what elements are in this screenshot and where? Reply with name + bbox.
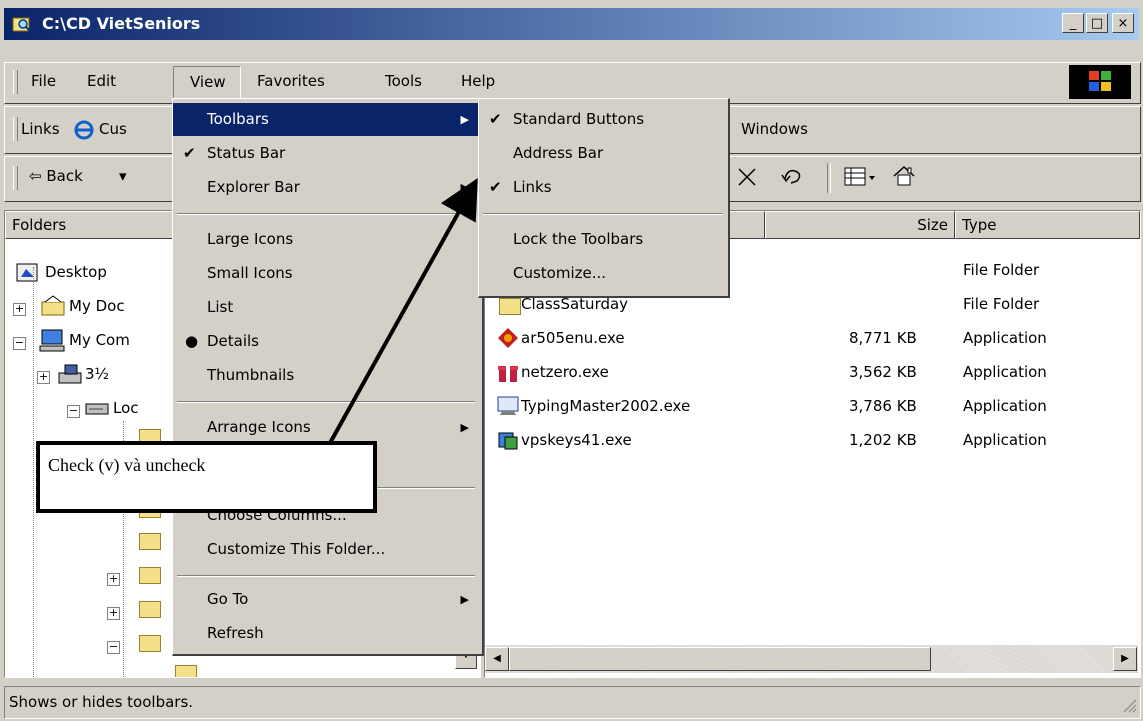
explorer-window: C:\CD VietSeniors _ □ × File Edit View F… <box>0 0 1143 721</box>
annotation-callout-text: Check (v) và uncheck <box>48 455 206 475</box>
annotation-arrow <box>328 178 478 444</box>
annotation-callout: Check (v) và uncheck <box>36 441 377 513</box>
